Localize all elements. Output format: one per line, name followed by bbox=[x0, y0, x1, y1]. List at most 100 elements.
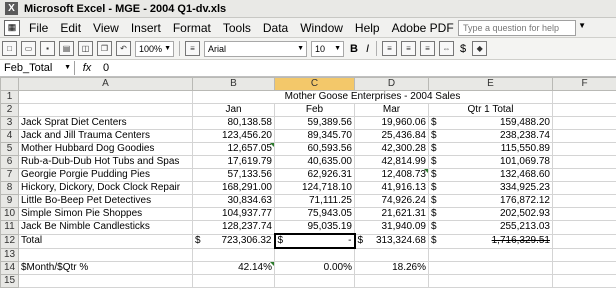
cell-jan[interactable]: 80,138.58 bbox=[192, 116, 275, 130]
align-center-icon[interactable]: ≡ bbox=[401, 41, 417, 56]
print-preview-icon[interactable]: ◫ bbox=[78, 41, 93, 56]
fill-color-icon[interactable]: ◆ bbox=[472, 41, 488, 56]
align-left-icon[interactable]: ≡ bbox=[382, 41, 398, 56]
cell-f[interactable] bbox=[552, 207, 616, 221]
cell-f2[interactable] bbox=[552, 103, 616, 117]
row-header[interactable]: 1 bbox=[0, 90, 19, 104]
row-header[interactable]: 3 bbox=[0, 116, 19, 130]
column-header-c[interactable]: C bbox=[274, 77, 355, 91]
font-select[interactable]: Arial ▼ bbox=[204, 40, 307, 57]
cell-jan[interactable]: 104,937.77 bbox=[192, 207, 275, 221]
menu-view[interactable]: View bbox=[87, 21, 125, 35]
cell-f1[interactable] bbox=[552, 90, 616, 104]
bold-button[interactable]: B bbox=[350, 43, 358, 55]
open-icon[interactable]: ▭ bbox=[21, 41, 36, 56]
cell-f[interactable] bbox=[552, 116, 616, 130]
cell-qtr-total[interactable]: $238,238.74 bbox=[428, 129, 553, 143]
column-header-a[interactable]: A bbox=[18, 77, 193, 91]
row-header[interactable]: 11 bbox=[0, 220, 19, 235]
cell-feb-total[interactable]: $ - bbox=[273, 233, 356, 249]
cell-feb[interactable]: 40,635.00 bbox=[274, 155, 355, 169]
cell-jan-percent[interactable]: 42.14% bbox=[192, 261, 275, 275]
column-header-f[interactable]: F bbox=[552, 77, 616, 91]
cell-empty[interactable] bbox=[552, 261, 616, 275]
menu-file[interactable]: File bbox=[23, 21, 54, 35]
italic-button[interactable]: I bbox=[366, 43, 369, 55]
select-all-corner[interactable] bbox=[0, 77, 19, 91]
font-size-select[interactable]: 10 ▼ bbox=[311, 40, 344, 57]
cell-feb[interactable]: 89,345.70 bbox=[274, 129, 355, 143]
cell-jan[interactable]: 30,834.63 bbox=[192, 194, 275, 208]
row-header[interactable]: 9 bbox=[0, 194, 19, 208]
cell-mar[interactable]: 31,940.09 bbox=[354, 220, 429, 235]
cell-empty[interactable] bbox=[552, 274, 616, 288]
cell-company[interactable]: Jack Sprat Diet Centers bbox=[18, 116, 193, 130]
menu-insert[interactable]: Insert bbox=[125, 21, 167, 35]
cell-qtr-header[interactable]: Qtr 1 Total bbox=[428, 103, 553, 117]
copy-icon[interactable]: ❐ bbox=[97, 41, 112, 56]
cell-qtr-grand-total[interactable]: $1,716,329.51 bbox=[428, 233, 553, 249]
cell-a1[interactable] bbox=[18, 90, 193, 104]
cell-jan[interactable]: 12,657.05 bbox=[192, 142, 275, 156]
cell-empty[interactable] bbox=[274, 247, 355, 262]
cell-company[interactable]: Mother Hubbard Dog Goodies bbox=[18, 142, 193, 156]
cell-feb[interactable]: 62,926.31 bbox=[274, 168, 355, 182]
menu-window[interactable]: Window bbox=[294, 21, 349, 35]
cell-jan[interactable]: 17,619.79 bbox=[192, 155, 275, 169]
cell-f[interactable] bbox=[552, 129, 616, 143]
cell-mar[interactable]: 21,621.31 bbox=[354, 207, 429, 221]
cell-empty[interactable] bbox=[354, 274, 429, 288]
cell-qtr-total[interactable]: $255,213.03 bbox=[428, 220, 553, 235]
cell-mar[interactable]: 42,814.99 bbox=[354, 155, 429, 169]
cell-mar[interactable]: 74,926.24 bbox=[354, 194, 429, 208]
row-header[interactable]: 4 bbox=[0, 129, 19, 143]
cell-empty[interactable] bbox=[428, 261, 553, 275]
cell-jan[interactable]: 168,291.00 bbox=[192, 181, 275, 195]
cell-mar[interactable]: 41,916.13 bbox=[354, 181, 429, 195]
cell-total-label[interactable]: Total bbox=[18, 233, 193, 249]
cell-company[interactable]: Jack and Jill Trauma Centers bbox=[18, 129, 193, 143]
sheet-title-cell[interactable]: Mother Goose Enterprises - 2004 Sales bbox=[192, 90, 553, 104]
zoom-select[interactable]: 100% ▼ bbox=[135, 40, 174, 57]
print-icon[interactable]: ▤ bbox=[59, 41, 74, 56]
cell-qtr-total[interactable]: $132,468.60 bbox=[428, 168, 553, 182]
workbook-icon[interactable]: ▦ bbox=[4, 19, 20, 36]
cell-empty[interactable] bbox=[18, 274, 193, 288]
row-header[interactable]: 2 bbox=[0, 103, 19, 117]
cell-jan-header[interactable]: Jan bbox=[192, 103, 275, 117]
row-header[interactable]: 14 bbox=[0, 261, 19, 275]
cell-empty[interactable] bbox=[192, 274, 275, 288]
cell-empty[interactable] bbox=[428, 247, 553, 262]
cell-empty[interactable] bbox=[354, 247, 429, 262]
row-header[interactable]: 7 bbox=[0, 168, 19, 182]
save-icon[interactable]: ▪ bbox=[40, 41, 55, 56]
cell-mar[interactable]: 42,300.28 bbox=[354, 142, 429, 156]
function-icon[interactable]: fx bbox=[75, 62, 99, 74]
cell-company[interactable]: Rub-a-Dub-Dub Hot Tubs and Spas bbox=[18, 155, 193, 169]
cell-feb[interactable]: 59,389.56 bbox=[274, 116, 355, 130]
cell-company[interactable]: Jack Be Nimble Candlesticks bbox=[18, 220, 193, 235]
cell-qtr-total[interactable]: $334,925.23 bbox=[428, 181, 553, 195]
cell-company[interactable]: Hickory, Dickory, Dock Clock Repair bbox=[18, 181, 193, 195]
cell-jan-total[interactable]: $723,306.32 bbox=[192, 233, 275, 249]
merge-center-icon[interactable]: ⇔ bbox=[439, 41, 455, 56]
cell-jan[interactable]: 57,133.56 bbox=[192, 168, 275, 182]
cell-company[interactable]: Little Bo-Beep Pet Detectives bbox=[18, 194, 193, 208]
cell-mar-header[interactable]: Mar bbox=[354, 103, 429, 117]
undo-icon[interactable]: ↶ bbox=[116, 41, 131, 56]
cell-qtr-total[interactable]: $202,502.93 bbox=[428, 207, 553, 221]
menu-adobe-pdf[interactable]: Adobe PDF bbox=[386, 21, 460, 35]
cell-company[interactable]: Georgie Porgie Pudding Pies bbox=[18, 168, 193, 182]
menu-tools[interactable]: Tools bbox=[217, 21, 257, 35]
cell-empty[interactable] bbox=[18, 247, 193, 262]
cell-feb[interactable]: 71,111.25 bbox=[274, 194, 355, 208]
name-box[interactable]: Feb_Total ▼ bbox=[0, 61, 75, 75]
format-painter-icon[interactable]: ≡ bbox=[185, 41, 200, 56]
cell-f[interactable] bbox=[552, 194, 616, 208]
cell-percent-label[interactable]: $Month/$Qtr % bbox=[18, 261, 193, 275]
cell-f[interactable] bbox=[552, 168, 616, 182]
column-header-e[interactable]: E bbox=[428, 77, 553, 91]
cell-qtr-total[interactable]: $101,069.78 bbox=[428, 155, 553, 169]
cell-company[interactable]: Simple Simon Pie Shoppes bbox=[18, 207, 193, 221]
cell-empty[interactable] bbox=[552, 247, 616, 262]
